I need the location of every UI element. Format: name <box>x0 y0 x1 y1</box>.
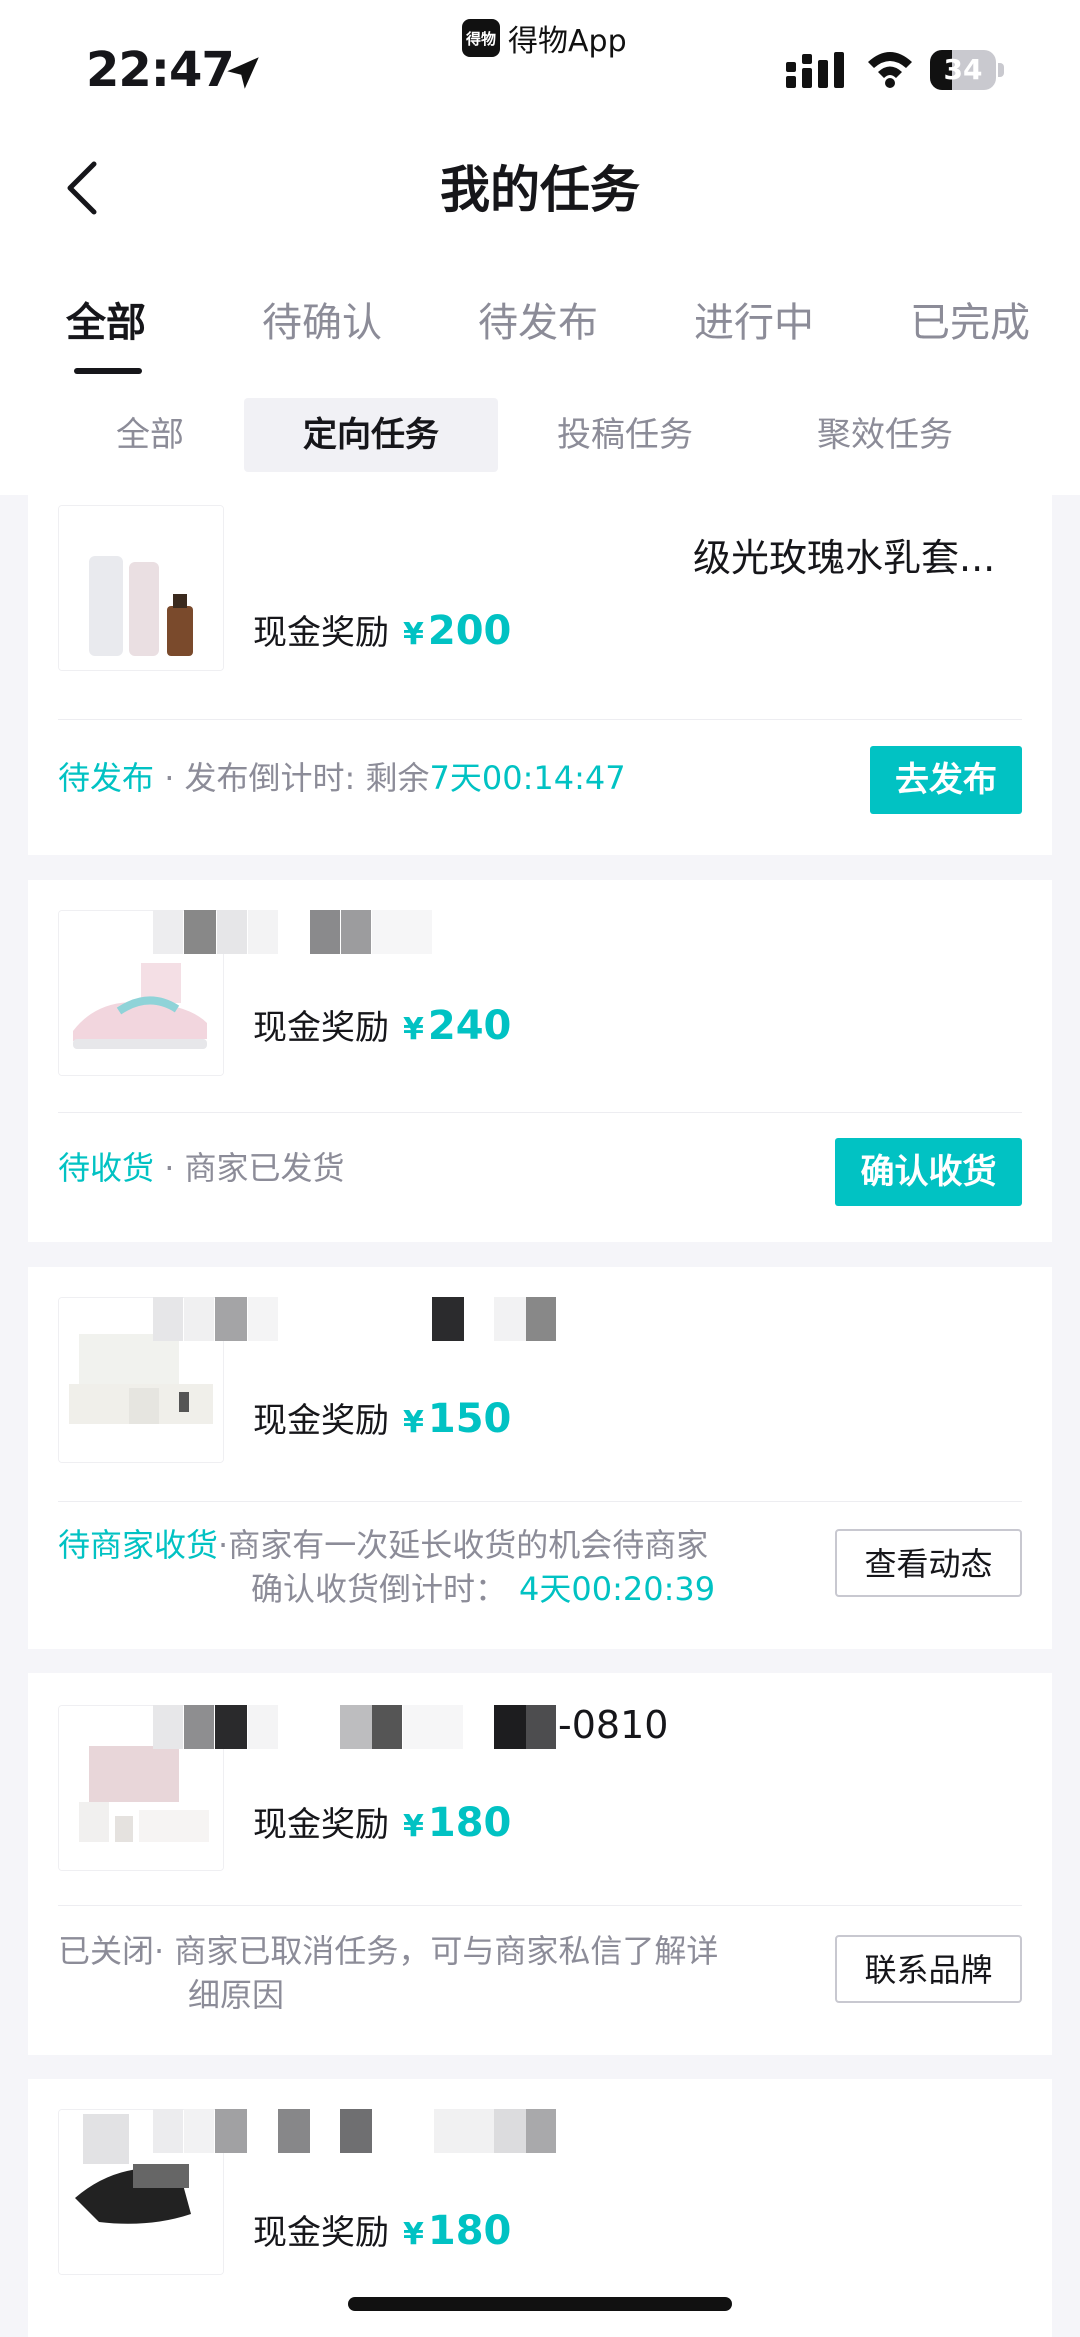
task-status-text: 待收货 · 商家已发货 <box>58 1146 345 1190</box>
cash-reward: 现金奖励 ¥ 150 <box>253 1393 511 1442</box>
page-title: 我的任务 <box>440 161 640 219</box>
task-title: 级光玫瑰水乳套... <box>693 536 996 580</box>
reward-label: 现金奖励 <box>253 2213 389 2253</box>
home-indicator[interactable] <box>348 2297 732 2311</box>
cash-reward: 现金奖励 ¥ 240 <box>253 1000 511 1049</box>
status-label: 待商家收货 <box>58 1526 219 1564</box>
cash-reward: 现金奖励 ¥ 180 <box>253 1797 511 1846</box>
reward-amount: 200 <box>427 608 512 654</box>
app-badge-label: 得物App <box>508 24 627 59</box>
battery-level: 34 <box>943 53 983 86</box>
confirm-receipt-button[interactable]: 确认收货 <box>835 1138 1022 1206</box>
reward-label: 现金奖励 <box>253 613 389 653</box>
countdown-value: 7天00:14:47 <box>429 759 626 797</box>
location-arrow-icon <box>227 57 259 89</box>
divider <box>58 719 1022 720</box>
status-label: 已关闭 <box>58 1932 155 1970</box>
status-detail-line1: ·商家有一次延长收货的机会待商家 <box>218 1526 709 1564</box>
task-card[interactable]: 现金奖励 ¥ 240 待收货 · 商家已发货 确认收货 <box>28 880 1052 1242</box>
product-image <box>58 505 224 671</box>
reward-currency: ¥ <box>403 1809 424 1844</box>
tab-all[interactable]: 全部 <box>66 290 146 348</box>
nav-bar: 我的任务 <box>0 120 1080 250</box>
reward-label: 现金奖励 <box>253 1805 389 1845</box>
task-card[interactable]: 现金奖励 ¥ 150 待商家收货·商家有一次延长收货的机会待商家 确认收货倒计时… <box>28 1267 1052 1649</box>
reward-currency: ¥ <box>403 2217 424 2252</box>
reward-currency: ¥ <box>403 1405 424 1440</box>
divider <box>58 1112 1022 1113</box>
tab-pending-confirm[interactable]: 待确认 <box>262 290 382 348</box>
app-badge[interactable]: 得物 得物App <box>462 18 627 59</box>
cellular-signal-icon <box>786 52 844 88</box>
battery-indicator: 34 <box>930 50 1006 90</box>
reward-label: 现金奖励 <box>253 1401 389 1441</box>
divider <box>58 1905 1022 1906</box>
countdown-value: 4天00:20:39 <box>519 1570 716 1608</box>
tab-in-progress[interactable]: 进行中 <box>694 290 814 348</box>
divider <box>58 1501 1022 1502</box>
status-detail-line1: · 商家已取消任务，可与商家私信了解详 <box>154 1932 719 1970</box>
status-tabs: 全部 待确认 待发布 进行中 已完成 <box>0 250 1080 380</box>
subtab-all[interactable]: 全部 <box>90 398 210 472</box>
reward-label: 现金奖励 <box>253 1008 389 1048</box>
task-status-text: 已关闭· 商家已取消任务，可与商家私信了解详 细原因 <box>58 1929 718 2017</box>
reward-amount: 240 <box>427 1003 512 1049</box>
reward-currency: ¥ <box>403 1012 424 1047</box>
wifi-icon <box>868 52 912 88</box>
task-title: -0810 <box>558 1703 669 1747</box>
status-detail: · 发布倒计时: 剩余 <box>164 759 430 797</box>
status-bar: 22:47 得物 得物App 34 <box>0 0 1080 120</box>
task-card[interactable]: 级光玫瑰水乳套... 现金奖励 ¥ 200 待发布 · 发布倒计时: 剩余7天0… <box>28 495 1052 855</box>
status-label: 待发布 <box>58 759 155 797</box>
status-detail-line2: 确认收货倒计时： <box>251 1570 508 1608</box>
tab-pending-publish[interactable]: 待发布 <box>478 290 598 348</box>
task-status-text: 待商家收货·商家有一次延长收货的机会待商家 确认收货倒计时： 4天00:20:39 <box>58 1523 715 1611</box>
reward-currency: ¥ <box>403 617 424 652</box>
cash-reward: 现金奖励 ¥ 200 <box>253 605 511 654</box>
reward-amount: 180 <box>427 2208 512 2254</box>
task-type-tabs: 全部 定向任务 投稿任务 聚效任务 <box>0 380 1080 495</box>
tab-completed[interactable]: 已完成 <box>910 290 1030 348</box>
status-time: 22:47 <box>86 42 235 98</box>
status-detail-line2: 细原因 <box>188 1976 285 2014</box>
publish-button[interactable]: 去发布 <box>870 746 1022 814</box>
subtab-performance-tasks[interactable]: 聚效任务 <box>800 398 970 472</box>
task-list: 级光玫瑰水乳套... 现金奖励 ¥ 200 待发布 · 发布倒计时: 剩余7天0… <box>0 495 1080 2337</box>
status-detail: · 商家已发货 <box>164 1149 345 1187</box>
subtab-submission-tasks[interactable]: 投稿任务 <box>540 398 710 472</box>
task-card[interactable]: -0810 现金奖励 ¥ 180 已关闭· 商家已取消任务，可与商家私信了解详 … <box>28 1673 1052 2055</box>
reward-amount: 180 <box>427 1800 512 1846</box>
view-updates-button[interactable]: 查看动态 <box>835 1529 1022 1597</box>
cash-reward: 现金奖励 ¥ 180 <box>253 2205 511 2254</box>
status-label: 待收货 <box>58 1149 155 1187</box>
task-status-text: 待发布 · 发布倒计时: 剩余7天00:14:47 <box>58 756 626 800</box>
subtab-directed-tasks[interactable]: 定向任务 <box>244 398 498 472</box>
active-tab-indicator <box>74 368 142 374</box>
contact-brand-button[interactable]: 联系品牌 <box>835 1935 1022 2003</box>
reward-amount: 150 <box>427 1396 512 1442</box>
app-logo: 得物 <box>462 19 500 57</box>
